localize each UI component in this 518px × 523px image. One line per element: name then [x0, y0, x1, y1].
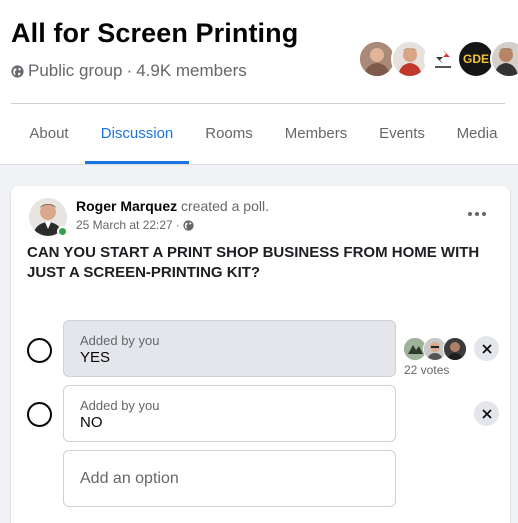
add-option-input[interactable]: Add an option [63, 450, 396, 507]
online-status-indicator [57, 226, 68, 237]
meta-separator: · [126, 61, 133, 80]
globe-icon [11, 64, 24, 78]
group-title[interactable]: All for Screen Printing [11, 18, 298, 49]
group-tabs: About Discussion Rooms Members Events Me… [0, 104, 518, 164]
privacy-label: Public group [28, 61, 123, 80]
poll-post-card: Roger Marquez created a poll. 25 March a… [11, 186, 510, 523]
avatar-badge-text: GDE [462, 52, 489, 66]
post-timestamp[interactable]: 25 March at 22:27 [76, 218, 173, 232]
tab-events[interactable]: Events [366, 104, 438, 164]
tab-members[interactable]: Members [273, 104, 359, 164]
author-name[interactable]: Roger Marquez [76, 198, 177, 214]
member-avatar[interactable] [490, 40, 518, 78]
members-count[interactable]: 4.9K members [136, 61, 247, 81]
meta-separator: · [175, 218, 180, 232]
option-text: NO [80, 414, 103, 431]
voter-avatar[interactable] [443, 337, 467, 361]
more-options-icon[interactable] [459, 202, 495, 226]
post-action: created a poll. [181, 198, 269, 214]
close-icon [481, 343, 492, 354]
voter-avatars[interactable] [403, 337, 473, 361]
group-header: All for Screen Printing Public group · 4… [0, 0, 518, 165]
globe-icon [183, 219, 194, 231]
post-header: Roger Marquez created a poll. [76, 198, 269, 214]
option-text: YES [80, 349, 111, 366]
poll-option-yes[interactable]: Added by you YES [63, 320, 396, 377]
tab-discussion[interactable]: Discussion [85, 104, 189, 164]
group-meta: Public group · 4.9K members [11, 61, 247, 81]
remove-option-button[interactable] [474, 336, 499, 361]
poll-option-radio-no[interactable] [27, 402, 52, 427]
poll-question: CAN YOU START A PRINT SHOP BUSINESS FROM… [27, 244, 480, 281]
close-icon [481, 408, 492, 419]
poll-option-no[interactable]: Added by you NO [63, 385, 396, 442]
remove-option-button[interactable] [474, 401, 499, 426]
post-meta: 25 March at 22:27 · [76, 218, 194, 232]
option-added-by: Added by you [80, 333, 160, 348]
tab-rooms[interactable]: Rooms [192, 104, 266, 164]
tab-media[interactable]: Media [446, 104, 508, 164]
active-tab-indicator [85, 161, 189, 164]
vote-count[interactable]: 22 votes [404, 363, 449, 377]
option-added-by: Added by you [80, 398, 160, 413]
poll-option-radio-yes[interactable] [27, 338, 52, 363]
add-option-placeholder: Add an option [80, 470, 179, 487]
tab-about[interactable]: About [14, 104, 84, 164]
